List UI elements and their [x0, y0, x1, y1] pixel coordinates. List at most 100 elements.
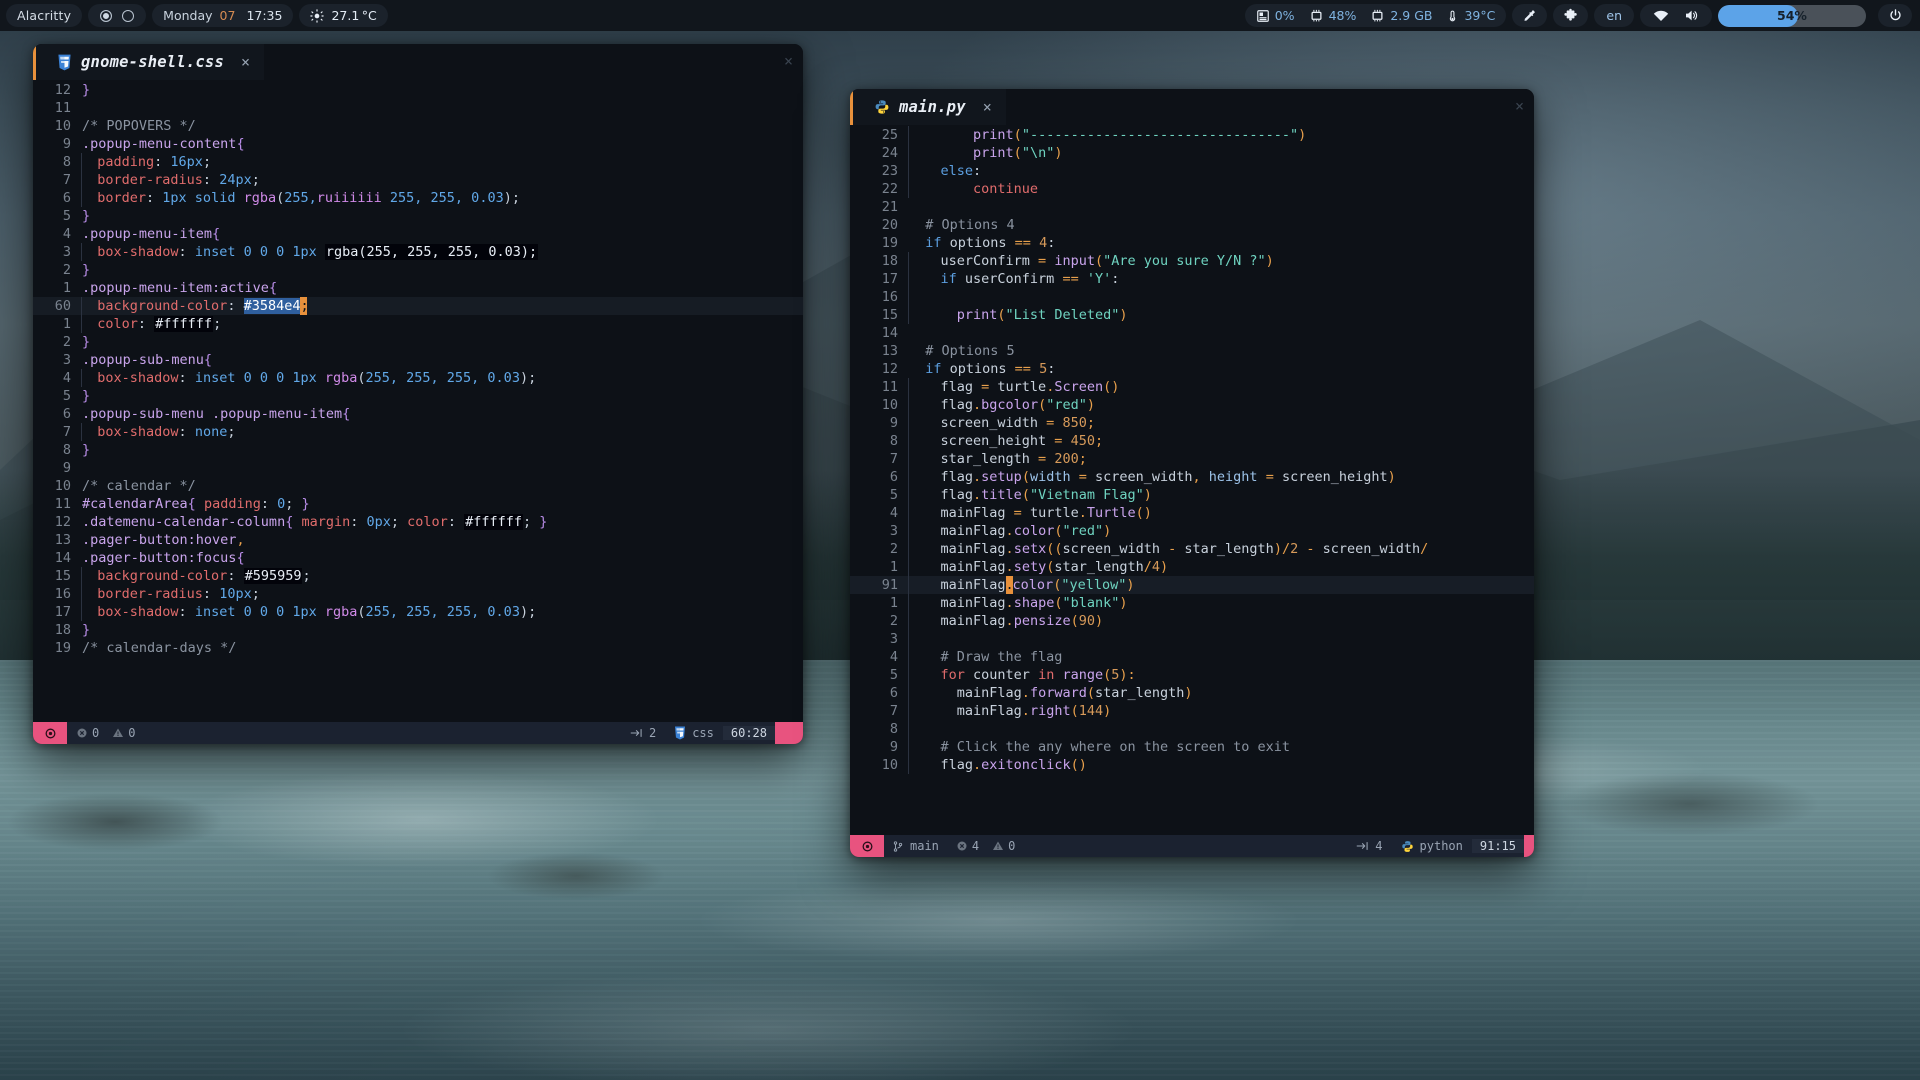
cpu-usage-item[interactable]: 48% [1309, 8, 1357, 23]
code-line[interactable]: 1 mainFlag.sety(star_length/4) [850, 558, 1534, 576]
code-line[interactable]: 2} [33, 261, 803, 279]
code-line[interactable]: 3 box-shadow: inset 0 0 0 1px rgba(255, … [33, 243, 803, 261]
code-line[interactable]: 8 [850, 720, 1534, 738]
code-area-right[interactable]: 25 print("------------------------------… [850, 125, 1534, 835]
code-line[interactable]: 13 # Options 5 [850, 342, 1534, 360]
code-line[interactable]: 5} [33, 207, 803, 225]
code-line[interactable]: 4 # Draw the flag [850, 648, 1534, 666]
code-line[interactable]: 7 mainFlag.right(144) [850, 702, 1534, 720]
system-monitor-pill[interactable]: 0% 48% 2.9 GB 39°C [1245, 4, 1507, 27]
memory-usage-item[interactable]: 2.9 GB [1370, 8, 1432, 23]
tab-gnome-shell-css[interactable]: gnome-shell.css × [33, 44, 264, 80]
code-line[interactable]: 1 mainFlag.shape("blank") [850, 594, 1534, 612]
code-line[interactable]: 13.pager-button:hover, [33, 531, 803, 549]
power-button[interactable] [1878, 4, 1912, 27]
code-line[interactable]: 60 background-color: #3584e4; [33, 297, 803, 315]
code-line[interactable]: 1 color: #ffffff; [33, 315, 803, 333]
code-line[interactable]: 8} [33, 441, 803, 459]
mode-indicator-left[interactable] [33, 722, 67, 744]
workspace-switcher[interactable] [88, 4, 146, 27]
extensions-pill[interactable] [1553, 4, 1588, 27]
code-line[interactable]: 3.popup-sub-menu{ [33, 351, 803, 369]
language-indicator-right[interactable]: python [1392, 839, 1472, 853]
indent-setting-left[interactable]: 2 [621, 726, 665, 740]
code-line[interactable]: 91 mainFlag.color("yellow") [850, 576, 1534, 594]
cursor-position-left[interactable]: 60:28 [723, 726, 775, 740]
code-line[interactable]: 8 screen_height = 450; [850, 432, 1534, 450]
workspace-indicator-2[interactable] [122, 10, 134, 22]
code-line[interactable]: 5 for counter in range(5): [850, 666, 1534, 684]
tab-main-py[interactable]: main.py × [850, 89, 1006, 125]
code-line[interactable]: 19 if options == 4: [850, 234, 1534, 252]
diagnostics-left[interactable]: 0 0 [67, 726, 144, 740]
code-line[interactable]: 10 flag.bgcolor("red") [850, 396, 1534, 414]
diagnostics-right[interactable]: 4 0 [947, 839, 1024, 853]
code-line[interactable]: 16 [850, 288, 1534, 306]
code-line[interactable]: 3 [850, 630, 1534, 648]
code-line[interactable]: 6 flag.setup(width = screen_width, heigh… [850, 468, 1534, 486]
code-line[interactable]: 6 mainFlag.forward(star_length) [850, 684, 1534, 702]
code-line[interactable]: 9 screen_width = 850; [850, 414, 1534, 432]
language-indicator-left[interactable]: css [665, 726, 723, 740]
code-line[interactable]: 10/* calendar */ [33, 477, 803, 495]
code-line[interactable]: 5} [33, 387, 803, 405]
code-line[interactable]: 11#calendarArea{ padding: 0; } [33, 495, 803, 513]
disk-usage-item[interactable]: 0% [1256, 8, 1295, 23]
battery-indicator[interactable]: 54% [1718, 5, 1866, 27]
code-line[interactable]: 2} [33, 333, 803, 351]
code-line[interactable]: 6.popup-sub-menu .popup-menu-item{ [33, 405, 803, 423]
code-line[interactable]: 12 if options == 5: [850, 360, 1534, 378]
code-line[interactable]: 5 flag.title("Vietnam Flag") [850, 486, 1534, 504]
weather-pill[interactable]: 27.1 °C [299, 4, 387, 27]
code-line[interactable]: 18} [33, 621, 803, 639]
tab-close-right[interactable]: × [983, 98, 992, 116]
code-line[interactable]: 1.popup-menu-item:active{ [33, 279, 803, 297]
code-line[interactable]: 3 mainFlag.color("red") [850, 522, 1534, 540]
keyboard-layout-pill[interactable]: en [1594, 4, 1634, 27]
code-line[interactable]: 14.pager-button:focus{ [33, 549, 803, 567]
code-line[interactable]: 16 border-radius: 10px; [33, 585, 803, 603]
window-close-left[interactable]: × [784, 52, 793, 70]
code-line[interactable]: 9.popup-menu-content{ [33, 135, 803, 153]
cursor-position-right[interactable]: 91:15 [1472, 839, 1524, 853]
code-line[interactable]: 10 flag.exitonclick() [850, 756, 1534, 774]
indent-setting-right[interactable]: 4 [1347, 839, 1391, 853]
code-line[interactable]: 15 print("List Deleted") [850, 306, 1534, 324]
code-line[interactable]: 9 [33, 459, 803, 477]
tab-close-left[interactable]: × [241, 53, 250, 71]
code-line[interactable]: 7 star_length = 200; [850, 450, 1534, 468]
code-line[interactable]: 24 print("\n") [850, 144, 1534, 162]
code-area-left[interactable]: 12}1110/* POPOVERS */9.popup-menu-conten… [33, 80, 803, 722]
system-tray-pill[interactable] [1640, 4, 1712, 27]
editor-window-gnome-shell-css[interactable]: gnome-shell.css × × 12}1110/* POPOVERS *… [33, 44, 803, 744]
window-close-right[interactable]: × [1515, 97, 1524, 115]
cpu-temperature-item[interactable]: 39°C [1446, 8, 1495, 23]
active-app-pill[interactable]: Alacritty [6, 4, 82, 27]
code-line[interactable]: 23 else: [850, 162, 1534, 180]
color-picker-pill[interactable] [1512, 4, 1547, 27]
code-line[interactable]: 25 print("------------------------------… [850, 126, 1534, 144]
code-line[interactable]: 8 padding: 16px; [33, 153, 803, 171]
code-line[interactable]: 9 # Click the any where on the screen to… [850, 738, 1534, 756]
speaker-icon[interactable] [1683, 8, 1699, 23]
code-line[interactable]: 11 [33, 99, 803, 117]
code-line[interactable]: 18 userConfirm = input("Are you sure Y/N… [850, 252, 1534, 270]
code-line[interactable]: 4 box-shadow: inset 0 0 0 1px rgba(255, … [33, 369, 803, 387]
code-line[interactable]: 7 box-shadow: none; [33, 423, 803, 441]
code-line[interactable]: 4 mainFlag = turtle.Turtle() [850, 504, 1534, 522]
mode-indicator-right[interactable] [850, 835, 884, 857]
code-line[interactable]: 14 [850, 324, 1534, 342]
wifi-icon[interactable] [1653, 9, 1669, 23]
code-line[interactable]: 21 [850, 198, 1534, 216]
code-line[interactable]: 11 flag = turtle.Screen() [850, 378, 1534, 396]
code-line[interactable]: 19/* calendar-days */ [33, 639, 803, 657]
code-line[interactable]: 22 continue [850, 180, 1534, 198]
code-line[interactable]: 17 box-shadow: inset 0 0 0 1px rgba(255,… [33, 603, 803, 621]
clock-pill[interactable]: Monday 07 17:35 [152, 4, 293, 27]
editor-window-main-py[interactable]: main.py × × 25 print("------------------… [850, 89, 1534, 857]
code-line[interactable]: 2 mainFlag.pensize(90) [850, 612, 1534, 630]
code-line[interactable]: 4.popup-menu-item{ [33, 225, 803, 243]
code-line[interactable]: 2 mainFlag.setx((screen_width - star_len… [850, 540, 1534, 558]
code-line[interactable]: 10/* POPOVERS */ [33, 117, 803, 135]
code-line[interactable]: 6 border: 1px solid rgba(255,ruiiiiii 25… [33, 189, 803, 207]
